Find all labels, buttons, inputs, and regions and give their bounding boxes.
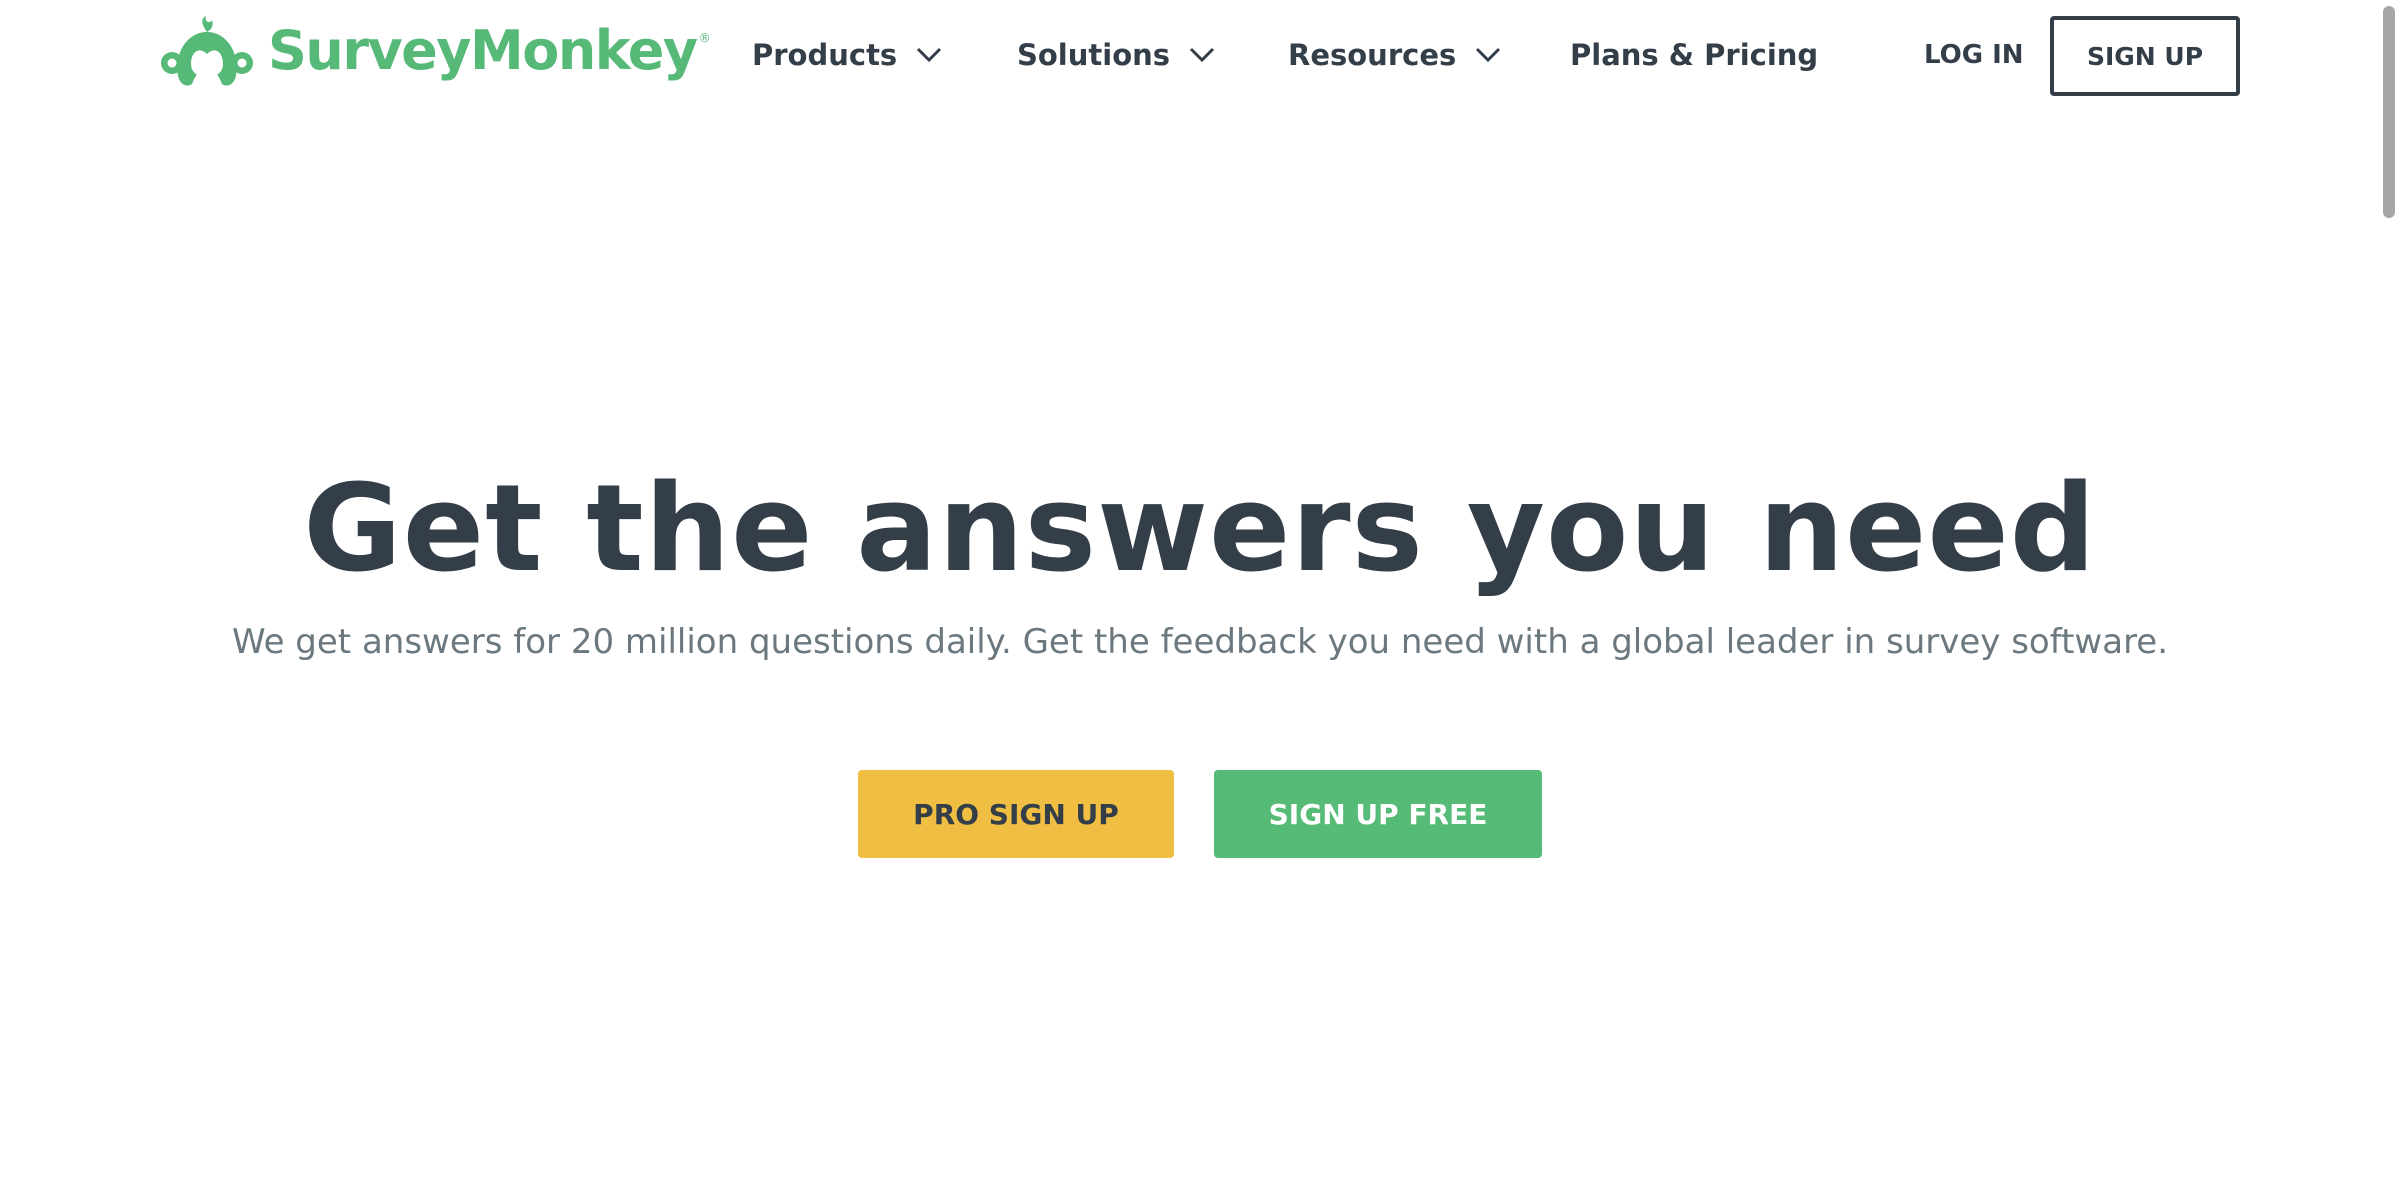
registered-mark: ® <box>698 31 711 45</box>
pro-signup-button[interactable]: PRO SIGN UP <box>858 770 1174 858</box>
nav-products[interactable]: Products <box>752 30 943 80</box>
chevron-down-icon <box>1189 47 1215 63</box>
login-link[interactable]: LOG IN <box>1924 30 2024 80</box>
site-header: SurveyMonkey ® Products Solutions Resour… <box>0 0 2400 110</box>
nav-resources[interactable]: Resources <box>1288 30 1502 80</box>
hero-subtitle: We get answers for 20 million questions … <box>231 622 2169 662</box>
nav-solutions-label: Solutions <box>1017 38 1171 72</box>
nav-plans-pricing[interactable]: Plans & Pricing <box>1570 30 1818 80</box>
monkey-logo-icon <box>161 16 253 86</box>
nav-products-label: Products <box>752 38 898 72</box>
chevron-down-icon <box>917 47 942 63</box>
brand-name: SurveyMonkey <box>268 19 698 82</box>
surveymonkey-logo[interactable]: SurveyMonkey ® <box>158 14 711 90</box>
signup-button[interactable]: SIGN UP <box>2050 16 2240 96</box>
nav-plans-pricing-label: Plans & Pricing <box>1570 38 1819 72</box>
chevron-down-icon <box>1476 47 1501 63</box>
scrollbar-thumb[interactable] <box>2383 6 2395 218</box>
nav-resources-label: Resources <box>1288 38 1457 72</box>
signup-free-button[interactable]: SIGN UP FREE <box>1214 770 1542 858</box>
page-scrollbar[interactable] <box>2378 0 2400 1200</box>
hero-title: Get the answers you need <box>303 460 2097 599</box>
nav-solutions[interactable]: Solutions <box>1017 30 1216 80</box>
